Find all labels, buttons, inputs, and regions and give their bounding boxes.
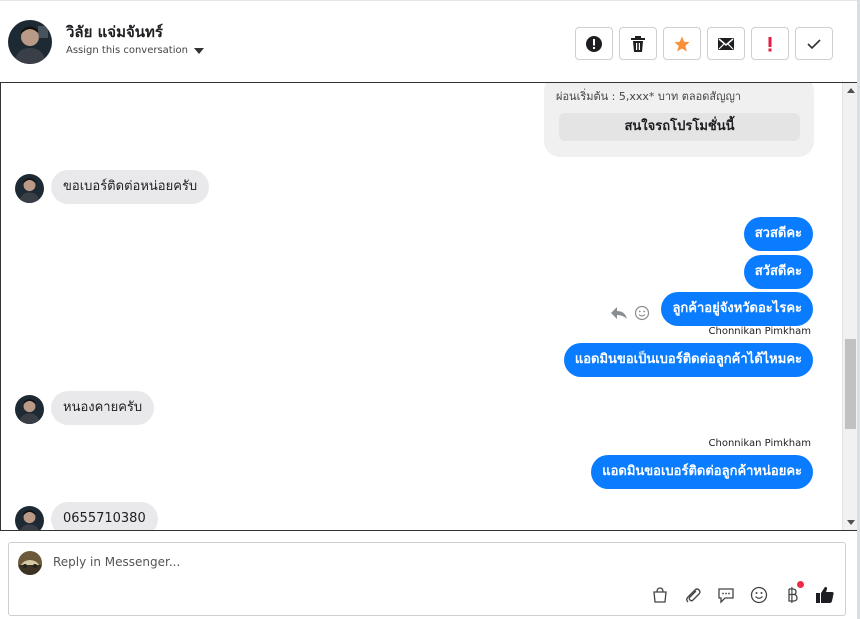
follow-up-button[interactable] <box>751 27 789 60</box>
incoming-message[interactable]: หนองคายครับ <box>51 391 155 425</box>
paperclip-icon[interactable] <box>683 585 703 605</box>
thumbs-up-icon[interactable] <box>815 585 835 605</box>
outgoing-message[interactable]: แอดมินขอเป็นเบอร์ติดต่อลูกค้าได้ไหมคะ <box>563 343 813 377</box>
react-emoji-icon[interactable] <box>634 305 650 321</box>
customer-avatar <box>15 395 44 424</box>
exclamation-icon <box>768 36 772 51</box>
baht-payment-icon[interactable] <box>782 581 804 605</box>
contact-name: วิลัย แจ่มจันทร์ <box>66 23 163 41</box>
envelope-icon <box>718 37 734 50</box>
scroll-down-icon[interactable] <box>847 520 855 525</box>
scroll-up-icon[interactable] <box>847 88 855 93</box>
checkmark-icon <box>807 38 821 49</box>
outgoing-message[interactable]: สวสดีคะ <box>743 217 813 251</box>
promotion-card-text: ผ่อนเริ่มต้น : 5,xxx* บาท ตลอดสัญญา <box>556 90 742 103</box>
emoji-icon[interactable] <box>749 585 769 605</box>
sender-name: Chonnikan Pimkham <box>708 326 811 337</box>
reply-box <box>8 542 846 616</box>
alert-circle-icon <box>586 35 602 52</box>
outgoing-message[interactable]: ลูกค้าอยู่จังหวัดอะไรคะ <box>661 292 813 326</box>
reply-arrow-icon[interactable] <box>610 306 628 320</box>
reply-toolbar <box>650 581 835 605</box>
reply-input[interactable] <box>53 555 653 569</box>
trash-icon <box>631 35 645 52</box>
outgoing-message[interactable]: สวัสดีคะ <box>743 255 813 289</box>
page-avatar <box>18 551 42 575</box>
caret-down-icon <box>193 47 204 54</box>
star-icon <box>674 36 690 51</box>
incoming-message[interactable]: 0655710380 <box>51 502 158 530</box>
contact-avatar[interactable] <box>8 20 52 64</box>
star-button[interactable] <box>663 27 701 60</box>
incoming-message[interactable]: ขอเบอร์ติดต่อหน่อยครับ <box>51 170 210 204</box>
conversation-header: วิลัย แจ่มจันทร์ Assign this conversatio… <box>0 0 857 82</box>
scroll-thumb[interactable] <box>845 339 856 429</box>
spam-button[interactable] <box>575 27 613 60</box>
saved-replies-icon[interactable] <box>716 585 736 605</box>
promotion-card-button[interactable]: สนใจรถโปรโมชั่นนี้ <box>559 113 800 141</box>
message-tools <box>610 305 650 321</box>
sender-name: Chonnikan Pimkham <box>708 438 811 449</box>
customer-avatar <box>15 174 44 203</box>
outgoing-message[interactable]: แอดมินขอเบอร์ติดต่อลูกค้าหน่อยคะ <box>591 455 813 489</box>
done-button[interactable] <box>795 27 833 60</box>
delete-button[interactable] <box>619 27 657 60</box>
customer-avatar <box>15 506 44 530</box>
thread-scrollbar[interactable] <box>842 83 857 530</box>
promotion-card: ผ่อนเริ่มต้น : 5,xxx* บาท ตลอดสัญญา สนใจ… <box>544 83 814 157</box>
mark-unread-button[interactable] <box>707 27 745 60</box>
assign-conversation-dropdown[interactable]: Assign this conversation <box>66 45 204 56</box>
notification-dot <box>797 581 804 588</box>
conversation-actions <box>575 27 833 60</box>
message-thread[interactable]: ผ่อนเริ่มต้น : 5,xxx* บาท ตลอดสัญญา สนใจ… <box>0 82 857 531</box>
shopping-bag-icon[interactable] <box>650 585 670 605</box>
assign-label: Assign this conversation <box>66 45 188 56</box>
